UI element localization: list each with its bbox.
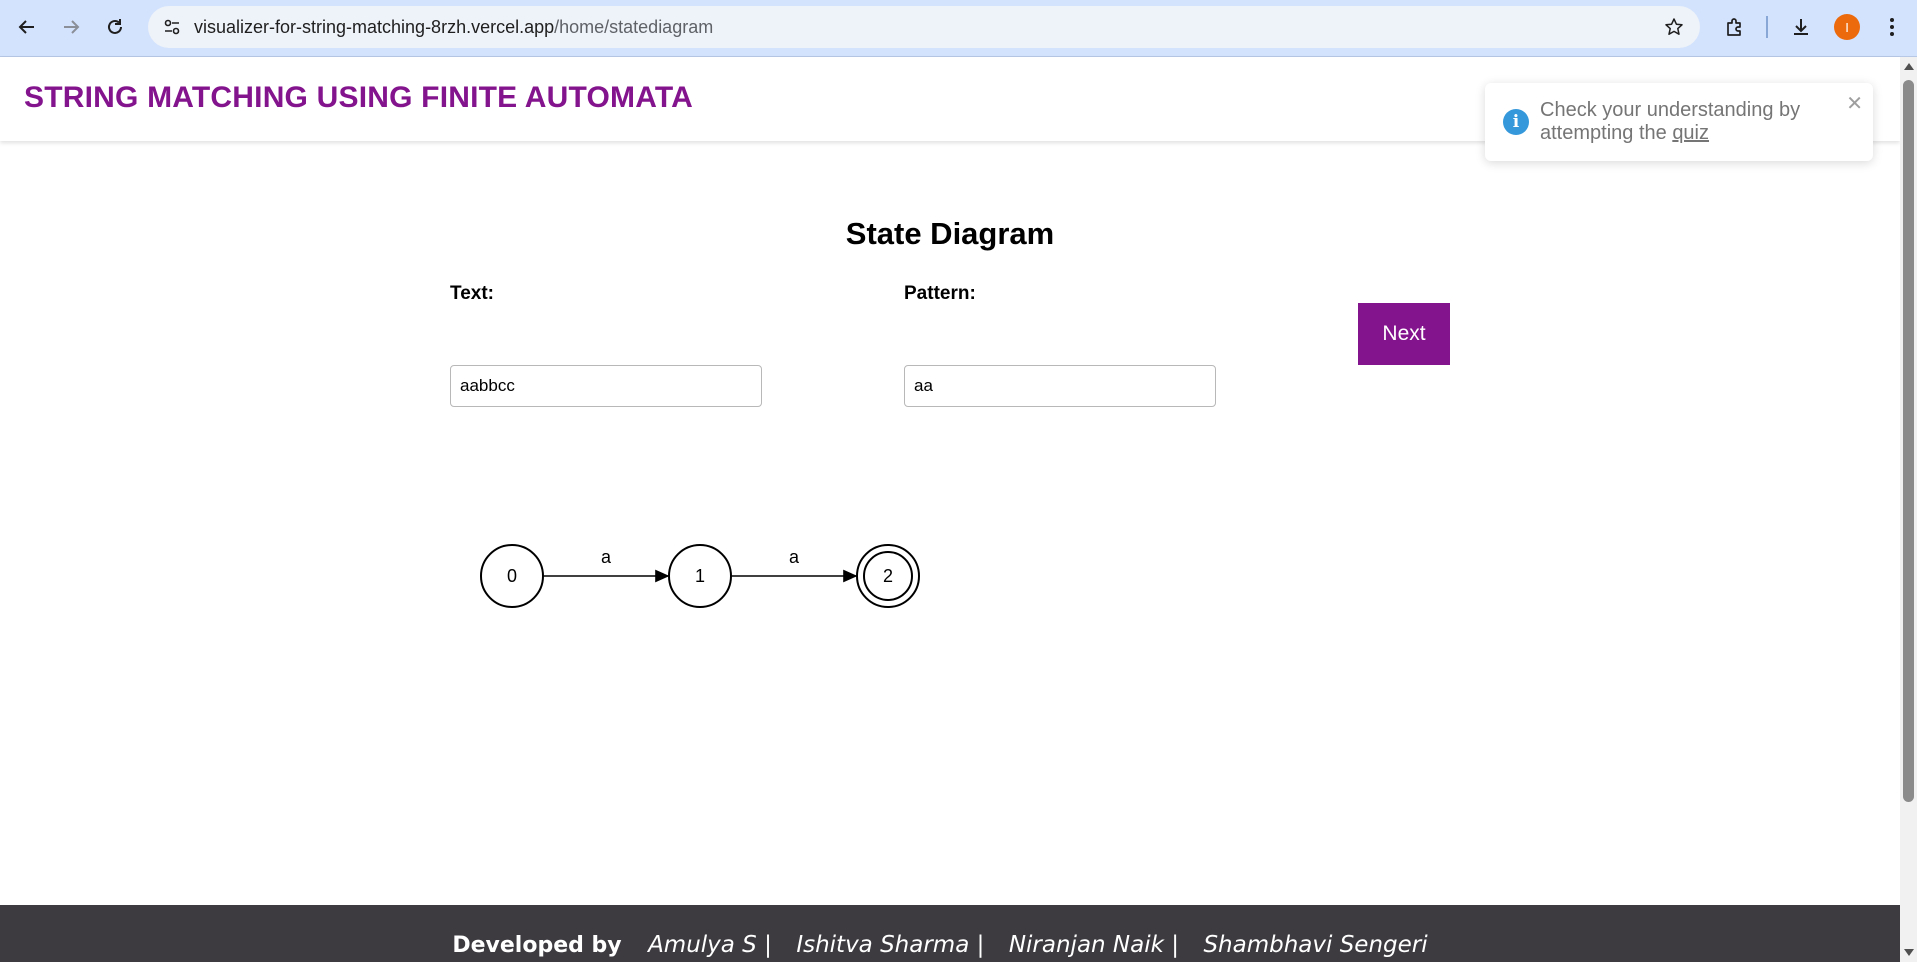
state-diagram: a a 0 1 2: [480, 544, 920, 608]
close-icon[interactable]: ✕: [1846, 91, 1863, 116]
reload-icon[interactable]: [100, 12, 130, 42]
forward-icon[interactable]: [56, 12, 86, 42]
quiz-link[interactable]: quiz: [1672, 122, 1709, 144]
address-bar[interactable]: visualizer-for-string-matching-8rzh.verc…: [148, 6, 1700, 48]
toolbar-divider: [1766, 16, 1768, 38]
site-info-icon[interactable]: [160, 15, 184, 39]
developer-name: Niranjan Naik |: [1008, 932, 1179, 958]
developer-credits: Developed by Amulya S | Ishitva Sharma |…: [0, 932, 1900, 958]
text-input[interactable]: [450, 365, 762, 407]
info-icon: i: [1503, 109, 1529, 135]
state-label: 1: [695, 566, 705, 586]
developer-name: Ishitva Sharma |: [796, 932, 985, 958]
pattern-input[interactable]: [904, 365, 1216, 407]
url-text[interactable]: visualizer-for-string-matching-8rzh.verc…: [194, 17, 713, 38]
scrollbar-thumb[interactable]: [1903, 80, 1914, 802]
next-button[interactable]: Next: [1358, 303, 1450, 365]
pattern-label: Pattern:: [904, 283, 976, 304]
transition-label: a: [789, 547, 800, 567]
bookmark-star-icon[interactable]: [1660, 13, 1688, 41]
developer-name: Amulya S |: [648, 932, 772, 958]
state-label: 0: [507, 566, 517, 586]
toast-message: Check your understanding by attempting t…: [1540, 99, 1840, 145]
page-scrollbar[interactable]: [1900, 57, 1917, 962]
accepting-state-node: 2: [856, 544, 920, 608]
scroll-up-arrow-icon[interactable]: [1904, 63, 1914, 70]
state-node: 1: [668, 544, 732, 608]
developed-by-label: Developed by: [452, 933, 622, 958]
state-label: 2: [883, 566, 893, 586]
text-label: Text:: [450, 283, 494, 304]
url-path: /home/statediagram: [554, 17, 714, 37]
download-icon[interactable]: [1786, 12, 1816, 42]
developer-name: Shambhavi Sengeri: [1203, 932, 1428, 958]
profile-avatar[interactable]: I: [1834, 14, 1860, 40]
page-title: State Diagram: [845, 216, 1055, 251]
quiz-toast: i Check your understanding by attempting…: [1485, 83, 1873, 161]
toast-message-text: Check your understanding by attempting t…: [1540, 99, 1801, 144]
app-title[interactable]: STRING MATCHING USING FINITE AUTOMATA: [24, 81, 693, 115]
footer: Developed by Amulya S | Ishitva Sharma |…: [0, 905, 1900, 962]
state-node: 0: [480, 544, 544, 608]
kebab-menu-icon[interactable]: [1877, 12, 1907, 42]
extensions-icon[interactable]: [1720, 12, 1750, 42]
browser-toolbar: visualizer-for-string-matching-8rzh.verc…: [0, 0, 1917, 57]
transition-label: a: [601, 547, 612, 567]
url-host: visualizer-for-string-matching-8rzh.verc…: [194, 17, 555, 37]
back-icon[interactable]: [12, 12, 42, 42]
scroll-down-arrow-icon[interactable]: [1904, 949, 1914, 956]
